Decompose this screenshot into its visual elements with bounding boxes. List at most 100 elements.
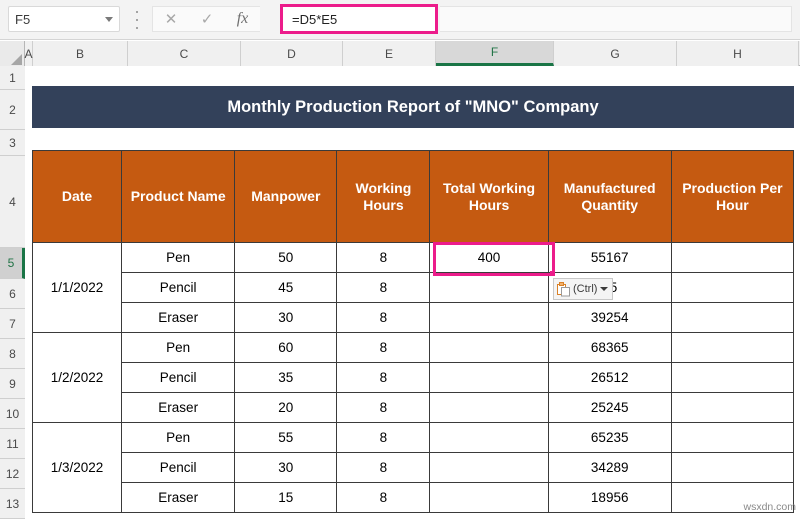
table-row[interactable]: Pencil45825	[33, 272, 795, 303]
cell-production-per-hour[interactable]	[670, 242, 795, 273]
table-row[interactable]: Pencil 30 8 34289	[33, 452, 795, 483]
cell-manpower[interactable]: 30	[234, 452, 338, 483]
cell-manufactured-quantity[interactable]: 34289	[547, 452, 672, 483]
formula-input[interactable]: =D5*E5	[280, 4, 438, 34]
cell-date[interactable]: 1/2/2022	[31, 332, 123, 423]
cell-production-per-hour[interactable]	[670, 332, 795, 363]
column-header-c[interactable]: C	[128, 41, 241, 66]
select-all-corner[interactable]	[0, 41, 25, 66]
cell-date[interactable]: 1/3/2022	[31, 422, 123, 513]
table-row[interactable]: Pencil 35 8 26512	[33, 362, 795, 393]
row-header-4[interactable]: 4	[0, 156, 25, 248]
cell-working-hours[interactable]: 8	[336, 362, 431, 393]
cell-manufactured-quantity[interactable]: 25245	[547, 392, 672, 423]
column-header-b[interactable]: B	[33, 41, 128, 66]
cell-manpower[interactable]: 55	[234, 422, 338, 453]
formula-bar-more-icon[interactable]	[132, 11, 142, 29]
cell-production-per-hour[interactable]	[670, 302, 795, 333]
name-box[interactable]: F5	[8, 6, 120, 32]
cell-production-per-hour[interactable]	[670, 272, 795, 303]
formula-bar-extension[interactable]	[440, 6, 792, 32]
chevron-down-icon[interactable]	[105, 16, 113, 22]
cell-product-name[interactable]: Pencil	[121, 452, 236, 483]
insert-function-icon[interactable]: fx	[237, 11, 249, 27]
cell-production-per-hour[interactable]	[670, 452, 795, 483]
cell-manpower[interactable]: 20	[234, 392, 338, 423]
cell-manpower[interactable]: 30	[234, 302, 338, 333]
cell-total-working-hours[interactable]	[429, 452, 549, 483]
cell-production-per-hour[interactable]	[670, 362, 795, 393]
cell-total-working-hours[interactable]	[429, 332, 549, 363]
cancel-icon[interactable]: ✕	[165, 12, 178, 27]
cell-manufactured-quantity[interactable]: 55167	[547, 242, 672, 273]
cell-total-working-hours[interactable]	[429, 422, 549, 453]
column-header-h[interactable]: H	[677, 41, 799, 66]
dot	[136, 27, 138, 29]
cell-working-hours[interactable]: 8	[336, 302, 431, 333]
row-header-12[interactable]: 12	[0, 459, 25, 489]
cell-manpower[interactable]: 15	[234, 482, 338, 513]
cell-total-working-hours[interactable]: 400	[429, 242, 549, 273]
cell-manpower[interactable]: 35	[234, 362, 338, 393]
confirm-icon[interactable]: ✓	[201, 12, 214, 27]
cell-total-working-hours[interactable]	[429, 272, 549, 303]
cell-working-hours[interactable]: 8	[336, 392, 431, 423]
cell-working-hours[interactable]: 8	[336, 332, 431, 363]
cell-production-per-hour[interactable]	[670, 392, 795, 423]
cell-manufactured-quantity[interactable]: 65235	[547, 422, 672, 453]
row-header-8[interactable]: 8	[0, 339, 25, 369]
row-header-bar: 1 2 3 4 5 6 7 8 9 10 11 12 13	[0, 66, 25, 519]
cell-working-hours[interactable]: 8	[336, 482, 431, 513]
spreadsheet-grid[interactable]: Monthly Production Report of "MNO" Compa…	[26, 66, 800, 515]
row-header-2[interactable]: 2	[0, 90, 25, 130]
table-row[interactable]: Eraser 30 8 39254	[33, 302, 795, 333]
cell-product-name[interactable]: Eraser	[121, 302, 236, 333]
cell-manpower[interactable]: 60	[234, 332, 338, 363]
cell-total-working-hours[interactable]	[429, 392, 549, 423]
cell-total-working-hours[interactable]	[429, 362, 549, 393]
paste-options-button[interactable]: (Ctrl)	[553, 278, 614, 300]
row-header-6[interactable]: 6	[0, 279, 25, 309]
table-row[interactable]: 1/1/2022 Pen 50 8 400 55167	[31, 242, 795, 333]
cell-working-hours[interactable]: 8	[336, 452, 431, 483]
cell-manufactured-quantity[interactable]: 39254	[547, 302, 672, 333]
cell-working-hours[interactable]: 8	[336, 422, 431, 453]
cell-product-name[interactable]: Pen	[121, 242, 236, 273]
row-header-11[interactable]: 11	[0, 429, 25, 459]
cell-manpower[interactable]: 45	[234, 272, 338, 303]
cell-working-hours[interactable]: 8	[336, 242, 431, 273]
cell-product-name[interactable]: Pen	[121, 332, 236, 363]
column-header-a[interactable]: A	[25, 41, 33, 66]
cell-date[interactable]: 1/1/2022	[31, 242, 123, 333]
column-header-d[interactable]: D	[241, 41, 343, 66]
row-header-9[interactable]: 9	[0, 369, 25, 399]
row-header-3[interactable]: 3	[0, 130, 25, 156]
cell-product-name[interactable]: Pen	[121, 422, 236, 453]
cell-manufactured-quantity[interactable]: 68365	[547, 332, 672, 363]
cell-total-working-hours[interactable]	[429, 482, 549, 513]
cell-manufactured-quantity[interactable]: 26512	[547, 362, 672, 393]
row-header-10[interactable]: 10	[0, 399, 25, 429]
column-header-e[interactable]: E	[343, 41, 436, 66]
cell-working-hours[interactable]: 8	[336, 272, 431, 303]
row-header-1[interactable]: 1	[0, 66, 25, 90]
table-body: 1/1/2022Pen50840055167Pencil45825Eraser3…	[31, 242, 795, 513]
cell-product-name[interactable]: Pencil	[121, 272, 236, 303]
report-title-banner: Monthly Production Report of "MNO" Compa…	[32, 86, 794, 128]
cell-manufactured-quantity[interactable]: 18956	[547, 482, 672, 513]
row-header-7[interactable]: 7	[0, 309, 25, 339]
table-row[interactable]: Eraser 15 8 18956	[33, 482, 795, 513]
cell-manpower[interactable]: 50	[234, 242, 338, 273]
column-header-f[interactable]: F	[436, 41, 554, 66]
row-header-5[interactable]: 5	[0, 248, 25, 279]
cell-product-name[interactable]: Eraser	[121, 482, 236, 513]
cell-total-working-hours[interactable]	[429, 302, 549, 333]
column-header-g[interactable]: G	[554, 41, 677, 66]
table-row[interactable]: 1/2/2022 Pen 60 8 68365	[31, 332, 795, 423]
chevron-down-icon[interactable]	[600, 287, 609, 291]
table-row[interactable]: Eraser 20 8 25245	[33, 392, 795, 423]
cell-product-name[interactable]: Pencil	[121, 362, 236, 393]
cell-production-per-hour[interactable]	[670, 422, 795, 453]
cell-product-name[interactable]: Eraser	[121, 392, 236, 423]
table-row[interactable]: 1/3/2022 Pen 55 8 65235	[31, 422, 795, 513]
